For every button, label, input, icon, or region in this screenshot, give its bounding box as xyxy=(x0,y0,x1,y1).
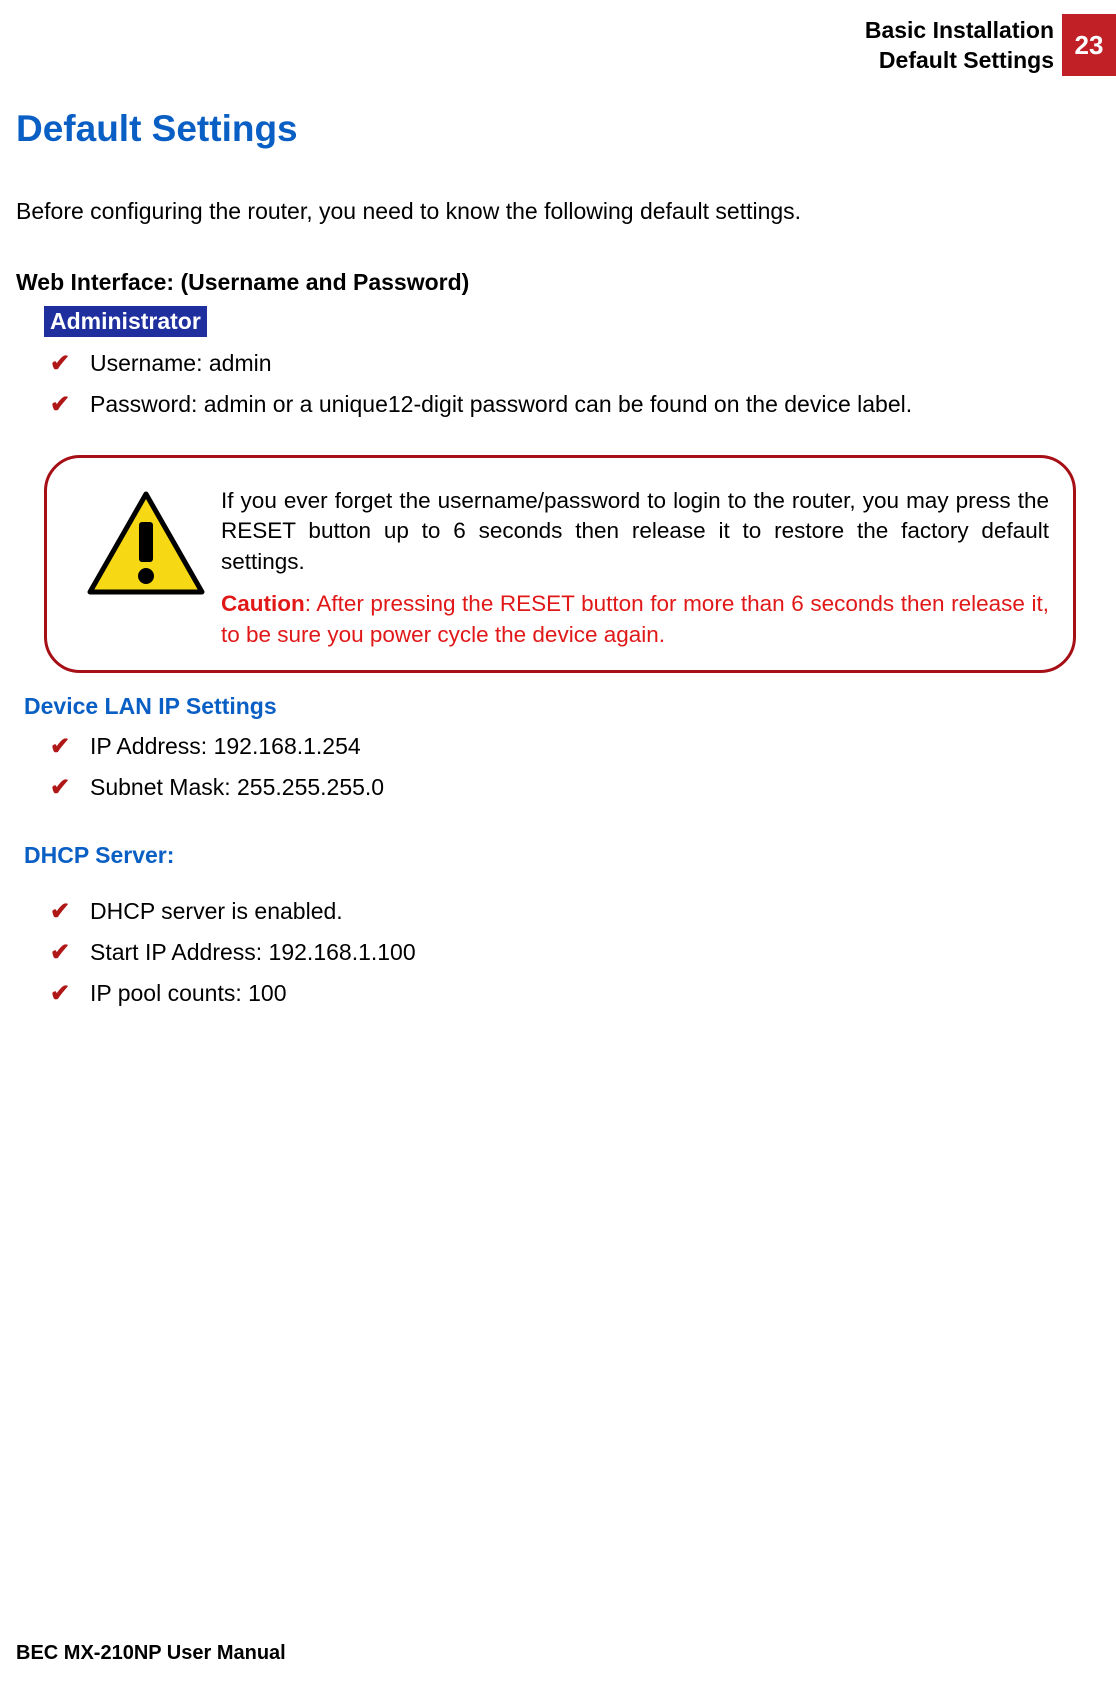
page-number: 23 xyxy=(1062,14,1116,76)
callout-paragraph: If you ever forget the username/password… xyxy=(221,486,1049,577)
list-item-text: Start IP Address: 192.168.1.100 xyxy=(90,939,416,966)
list-item: ✔ IP Address: 192.168.1.254 xyxy=(50,732,1096,761)
dhcp-heading: DHCP Server: xyxy=(24,842,1096,869)
list-item: ✔ Password: admin or a unique12-digit pa… xyxy=(50,390,1096,419)
list-item-text: IP pool counts: 100 xyxy=(90,980,287,1007)
list-item-text: Password: admin or a unique12-digit pass… xyxy=(90,391,912,418)
header-line-1: Basic Installation xyxy=(865,16,1054,46)
dhcp-list: ✔ DHCP server is enabled. ✔ Start IP Add… xyxy=(50,897,1096,1008)
check-icon: ✔ xyxy=(50,938,90,967)
caution-label: Caution xyxy=(221,591,305,616)
list-item: ✔ DHCP server is enabled. xyxy=(50,897,1096,926)
administrator-label: Administrator xyxy=(44,306,207,337)
page-content: Default Settings Before configuring the … xyxy=(0,108,1116,1008)
section-title: Default Settings xyxy=(16,108,1096,150)
check-icon: ✔ xyxy=(50,732,90,761)
caution-paragraph: Caution: After pressing the RESET button… xyxy=(221,589,1049,650)
check-icon: ✔ xyxy=(50,979,90,1008)
check-icon: ✔ xyxy=(50,390,90,419)
web-interface-heading: Web Interface: (Username and Password) xyxy=(16,269,1096,296)
check-icon: ✔ xyxy=(50,773,90,802)
lan-list: ✔ IP Address: 192.168.1.254 ✔ Subnet Mas… xyxy=(50,732,1096,802)
callout-text: If you ever forget the username/password… xyxy=(221,486,1049,650)
list-item: ✔ Start IP Address: 192.168.1.100 xyxy=(50,938,1096,967)
list-item-text: IP Address: 192.168.1.254 xyxy=(90,733,361,760)
list-item-text: DHCP server is enabled. xyxy=(90,898,343,925)
check-icon: ✔ xyxy=(50,349,90,378)
warning-icon xyxy=(86,490,206,600)
header-titles: Basic Installation Default Settings xyxy=(865,14,1054,76)
web-interface-list: ✔ Username: admin ✔ Password: admin or a… xyxy=(50,349,1096,419)
list-item-text: Subnet Mask: 255.255.255.0 xyxy=(90,774,384,801)
list-item: ✔ Subnet Mask: 255.255.255.0 xyxy=(50,773,1096,802)
warning-callout: If you ever forget the username/password… xyxy=(44,455,1076,673)
list-item-text: Username: admin xyxy=(90,350,272,377)
caution-text: : After pressing the RESET button for mo… xyxy=(221,591,1049,646)
lan-heading: Device LAN IP Settings xyxy=(24,693,1096,720)
list-item: ✔ IP pool counts: 100 xyxy=(50,979,1096,1008)
check-icon: ✔ xyxy=(50,897,90,926)
list-item: ✔ Username: admin xyxy=(50,349,1096,378)
intro-text: Before configuring the router, you need … xyxy=(16,198,1096,225)
footer-text: BEC MX-210NP User Manual xyxy=(16,1642,286,1665)
page-header: Basic Installation Default Settings 23 xyxy=(0,14,1116,76)
header-line-2: Default Settings xyxy=(865,46,1054,76)
warning-icon-wrap xyxy=(71,486,221,600)
